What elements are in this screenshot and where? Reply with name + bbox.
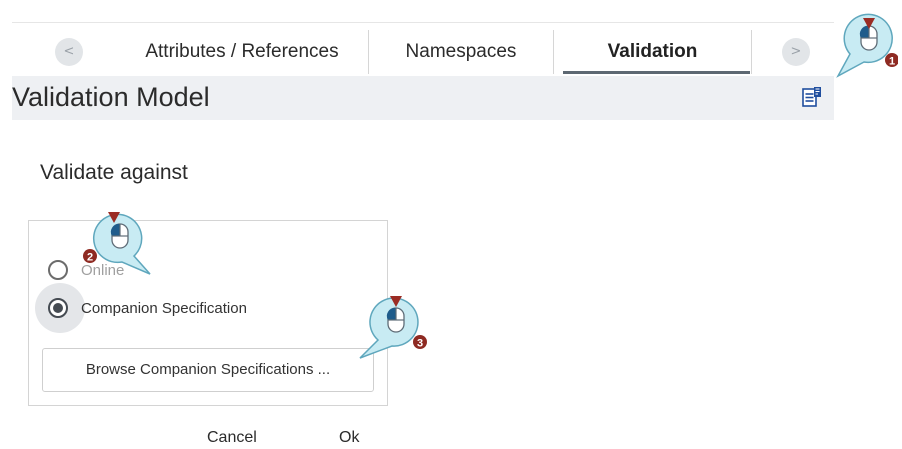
mouse-icon <box>110 223 129 249</box>
chevron-right-icon: > <box>790 44 802 59</box>
callout-number: 2 <box>87 252 93 264</box>
tab-scroll-right-button[interactable]: > <box>782 38 810 66</box>
validation-model-header: Validation Model <box>12 76 834 120</box>
radio-companion-specification[interactable]: Companion Specification <box>48 298 247 318</box>
chevron-left-icon: < <box>63 44 75 59</box>
tab-strip: < Attributes / References Namespaces Val… <box>12 30 834 74</box>
tab-attributes-references[interactable]: Attributes / References <box>116 30 368 74</box>
radio-online-control[interactable] <box>48 260 68 280</box>
tab-label: Validation <box>607 41 698 62</box>
validate-against-title: Validate against <box>40 161 188 184</box>
callout-2: 2 <box>83 212 151 275</box>
tab-validation[interactable]: Validation <box>553 30 751 74</box>
radio-companion-specification-control[interactable] <box>48 298 68 318</box>
validation-report-icon[interactable] <box>802 86 822 108</box>
page-title: Validation Model <box>12 82 210 112</box>
ok-button[interactable]: Ok <box>339 429 359 447</box>
active-tab-indicator <box>563 71 750 74</box>
tab-label: Namespaces <box>405 41 517 62</box>
radio-companion-specification-label: Companion Specification <box>81 299 247 317</box>
tab-label: Attributes / References <box>145 41 339 62</box>
callout-number: 1 <box>889 56 895 68</box>
callout-3: 3 <box>359 296 427 359</box>
mouse-icon <box>859 25 878 51</box>
mouse-icon <box>386 307 405 333</box>
browse-companion-specifications-button[interactable]: Browse Companion Specifications ... <box>42 348 374 392</box>
cancel-button[interactable]: Cancel <box>207 429 257 447</box>
callout-1: 1 <box>836 13 898 78</box>
tab-namespaces[interactable]: Namespaces <box>368 30 553 74</box>
top-divider <box>12 22 834 23</box>
tab-scroll-left-button[interactable]: < <box>55 38 83 66</box>
tab-separator <box>751 30 752 74</box>
callout-number: 3 <box>417 338 423 350</box>
